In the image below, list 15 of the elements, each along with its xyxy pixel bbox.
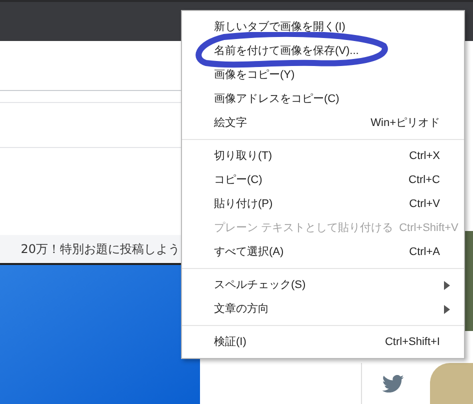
menu-item[interactable]: コピー(C) Ctrl+C xyxy=(182,168,464,192)
menu-item[interactable]: 画像をコピー(Y) xyxy=(182,63,464,87)
menu-item[interactable]: 検証(I) Ctrl+Shift+I xyxy=(182,330,464,354)
menu-item[interactable]: スペルチェック(S) xyxy=(182,273,464,297)
menu-item[interactable]: 新しいタブで画像を開く(I) xyxy=(182,15,464,39)
banner-text: 20万！特別お題に投稿しよう xyxy=(20,241,180,258)
menu-item[interactable]: 切り取り(T) Ctrl+X xyxy=(182,144,464,168)
menu-item[interactable]: 名前を付けて画像を保存(V)... xyxy=(182,39,464,63)
photo-placeholder xyxy=(430,363,473,404)
menu-item[interactable]: 文章の方向 xyxy=(182,297,464,321)
menu-item[interactable]: すべて選択(A) Ctrl+A xyxy=(182,240,464,264)
menu-item[interactable]: 絵文字 Win+ピリオド xyxy=(182,111,464,135)
menu-item[interactable]: 貼り付け(P) Ctrl+V xyxy=(182,192,464,216)
menu-item[interactable]: 画像アドレスをコピー(C) xyxy=(182,87,464,111)
bird-icon[interactable] xyxy=(382,374,404,392)
